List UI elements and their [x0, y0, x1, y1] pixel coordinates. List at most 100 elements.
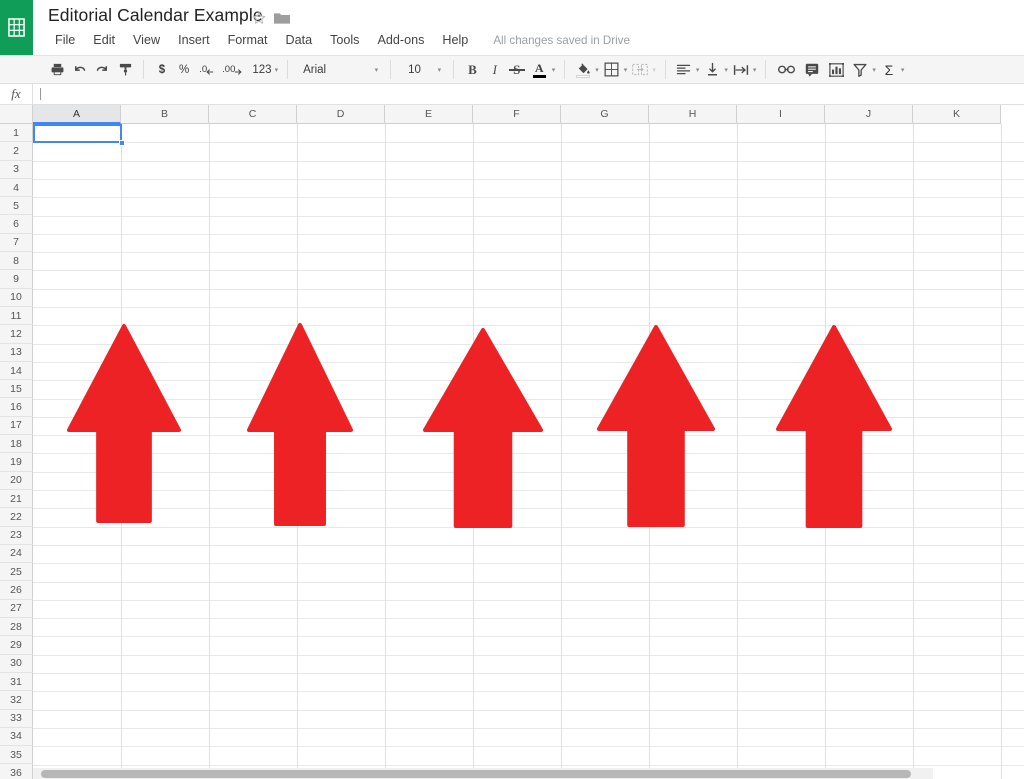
horizontal-scrollbar[interactable]: [33, 768, 933, 779]
row-header-16[interactable]: 16: [0, 398, 33, 417]
row-header-14[interactable]: 14: [0, 361, 33, 381]
row-header-21[interactable]: 21: [0, 489, 33, 509]
functions-caret-icon[interactable]: ▾: [901, 66, 907, 74]
undo-button[interactable]: [68, 58, 91, 81]
row-header-5[interactable]: 5: [0, 197, 33, 216]
row-header-27[interactable]: 27: [0, 599, 33, 619]
text-wrap-caret-icon[interactable]: ▾: [753, 66, 759, 74]
menu-item-add-ons[interactable]: Add-ons: [368, 31, 433, 49]
currency-format-button[interactable]: $: [151, 58, 173, 81]
more-formats-caret-icon[interactable]: ▾: [275, 66, 281, 74]
row-header-33[interactable]: 33: [0, 709, 33, 728]
fill-color-caret-icon[interactable]: ▾: [595, 66, 601, 74]
print-button[interactable]: [46, 58, 68, 81]
italic-button[interactable]: I: [484, 58, 506, 81]
star-outline-icon[interactable]: [251, 10, 267, 26]
row-header-3[interactable]: 3: [0, 160, 33, 179]
merge-cells-button[interactable]: [629, 58, 651, 81]
row-header-35[interactable]: 35: [0, 746, 33, 765]
column-header-d[interactable]: D: [297, 105, 385, 124]
row-header-26[interactable]: 26: [0, 581, 33, 600]
row-header-8[interactable]: 8: [0, 252, 33, 271]
cell-area[interactable]: [33, 124, 1024, 779]
row-header-28[interactable]: 28: [0, 618, 33, 637]
row-header-6[interactable]: 6: [0, 215, 33, 234]
row-header-36[interactable]: 36: [0, 764, 33, 779]
horizontal-scrollbar-thumb[interactable]: [41, 770, 911, 778]
fill-color-button[interactable]: [572, 58, 594, 81]
font-family-select[interactable]: Arial ▾: [295, 58, 383, 81]
increase-decimal-button[interactable]: .00: [218, 58, 246, 81]
row-header-34[interactable]: 34: [0, 727, 33, 747]
text-color-caret-icon[interactable]: ▾: [552, 66, 558, 74]
filter-button[interactable]: [849, 58, 871, 81]
sheets-logo[interactable]: [0, 0, 33, 55]
text-color-button[interactable]: A: [528, 58, 551, 81]
grid-column-line: [825, 124, 826, 779]
row-header-19[interactable]: 19: [0, 453, 33, 472]
row-header-13[interactable]: 13: [0, 343, 33, 362]
row-header-4[interactable]: 4: [0, 178, 33, 198]
row-header-32[interactable]: 32: [0, 691, 33, 710]
bold-button[interactable]: B: [461, 58, 484, 81]
column-header-a[interactable]: A: [33, 105, 121, 124]
column-header-c[interactable]: C: [209, 105, 297, 124]
column-header-f[interactable]: F: [473, 105, 561, 124]
percent-format-button[interactable]: %: [173, 58, 195, 81]
menu-item-data[interactable]: Data: [276, 31, 321, 49]
vertical-align-button[interactable]: [701, 58, 723, 81]
redo-button[interactable]: [91, 58, 114, 81]
row-header-7[interactable]: 7: [0, 233, 33, 253]
menu-item-help[interactable]: Help: [433, 31, 477, 49]
document-title[interactable]: Editorial Calendar Example: [48, 5, 263, 26]
column-header-b[interactable]: B: [121, 105, 209, 124]
row-header-12[interactable]: 12: [0, 325, 33, 344]
row-header-30[interactable]: 30: [0, 654, 33, 673]
folder-icon[interactable]: [274, 11, 290, 25]
row-header-23[interactable]: 23: [0, 526, 33, 545]
menu-item-format[interactable]: Format: [219, 31, 277, 49]
column-header-g[interactable]: G: [561, 105, 649, 124]
menu-item-tools[interactable]: Tools: [321, 31, 368, 49]
insert-comment-button[interactable]: [800, 58, 824, 81]
strikethrough-button[interactable]: S: [506, 58, 528, 81]
decrease-decimal-button[interactable]: .0: [195, 58, 218, 81]
merge-cells-caret-icon[interactable]: ▾: [652, 66, 658, 74]
row-header-2[interactable]: 2: [0, 142, 33, 161]
row-header-18[interactable]: 18: [0, 435, 33, 454]
insert-chart-button[interactable]: [824, 58, 849, 81]
column-header-e[interactable]: E: [385, 105, 473, 124]
text-wrap-button[interactable]: [730, 58, 752, 81]
row-header-22[interactable]: 22: [0, 508, 33, 527]
menu-item-edit[interactable]: Edit: [84, 31, 124, 49]
formula-input[interactable]: [33, 84, 1024, 105]
insert-link-button[interactable]: [773, 58, 800, 81]
row-header-29[interactable]: 29: [0, 636, 33, 655]
column-header-h[interactable]: H: [649, 105, 737, 124]
column-header-i[interactable]: I: [737, 105, 825, 124]
functions-button[interactable]: Σ: [878, 58, 900, 81]
column-header-j[interactable]: J: [825, 105, 913, 124]
row-header-10[interactable]: 10: [0, 288, 33, 307]
row-header-24[interactable]: 24: [0, 544, 33, 564]
borders-button[interactable]: [601, 58, 623, 81]
select-all-corner[interactable]: [0, 105, 33, 124]
row-header-20[interactable]: 20: [0, 471, 33, 490]
row-header-31[interactable]: 31: [0, 672, 33, 692]
menu-item-view[interactable]: View: [124, 31, 169, 49]
row-header-17[interactable]: 17: [0, 416, 33, 436]
spreadsheet-grid[interactable]: ABCDEFGHIJK 1 2 3 4 5 6 7 8 9 10 11 12 13 14 15 16 17 18 1…: [0, 105, 1024, 779]
row-header-15[interactable]: 15: [0, 380, 33, 399]
row-header-9[interactable]: 9: [0, 270, 33, 289]
paint-format-button[interactable]: [114, 58, 136, 81]
more-formats-button[interactable]: 123: [246, 58, 273, 81]
menu-item-insert[interactable]: Insert: [169, 31, 219, 49]
row-header-25[interactable]: 25: [0, 563, 33, 582]
column-header-k[interactable]: K: [913, 105, 1001, 124]
row-header-11[interactable]: 11: [0, 306, 33, 326]
row-header-1[interactable]: 1: [0, 124, 33, 143]
menu-item-file[interactable]: File: [46, 31, 84, 49]
horizontal-align-button[interactable]: [673, 58, 695, 81]
font-size-select[interactable]: 10 ▾: [398, 58, 446, 81]
fill-handle[interactable]: [119, 140, 125, 147]
